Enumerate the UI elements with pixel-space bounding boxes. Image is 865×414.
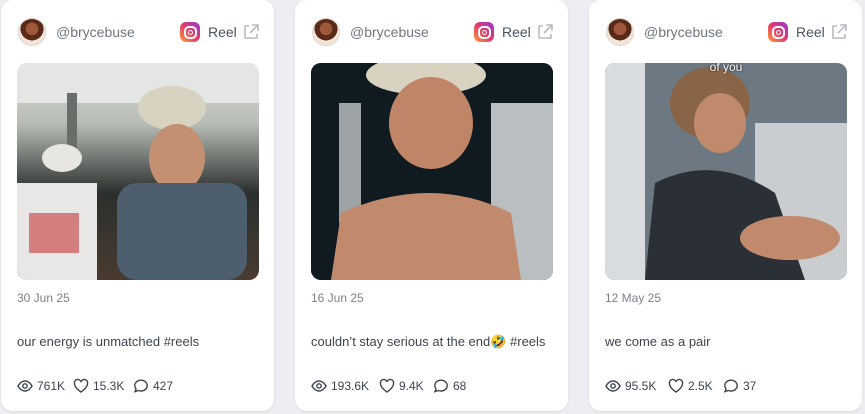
post-caption: our energy is unmatched #reels xyxy=(17,334,200,349)
post-caption: we come as a pair xyxy=(605,334,711,349)
external-link-icon[interactable] xyxy=(536,23,554,41)
post-stats: 193.6K 9.4K 68 xyxy=(311,377,561,395)
external-link-icon[interactable] xyxy=(830,23,848,41)
comments-count: 427 xyxy=(153,379,174,393)
heart-icon xyxy=(379,378,395,393)
instagram-icon xyxy=(768,22,788,42)
comment-icon xyxy=(723,379,738,393)
comments-count: 37 xyxy=(743,379,757,393)
likes-count: 15.3K xyxy=(93,379,125,393)
views-count: 95.5K xyxy=(625,379,657,393)
views-count: 193.6K xyxy=(331,379,370,393)
post-type-label: Reel xyxy=(796,24,825,40)
eye-icon xyxy=(605,380,621,392)
comments-count: 68 xyxy=(453,379,467,393)
account-handle[interactable]: @brycebuse xyxy=(644,24,723,40)
likes-count: 2.5K xyxy=(688,379,713,393)
comment-icon xyxy=(433,379,448,393)
post-card[interactable]: @brycebuse Reel of you 12 May 25 we come… xyxy=(589,0,862,411)
post-date: 30 Jun 25 xyxy=(17,291,70,305)
comment-icon xyxy=(133,379,148,393)
heart-icon xyxy=(73,378,89,393)
post-header: @brycebuse Reel xyxy=(18,18,260,46)
likes-count: 9.4K xyxy=(399,379,424,393)
instagram-icon xyxy=(180,22,200,42)
post-card[interactable]: @brycebuse Reel 16 Jun 25 couldn’t stay … xyxy=(295,0,568,411)
post-header: @brycebuse Reel xyxy=(312,18,554,46)
instagram-icon xyxy=(474,22,494,42)
views-count: 761K xyxy=(37,379,66,393)
eye-icon xyxy=(311,380,327,392)
heart-icon xyxy=(668,378,684,393)
post-date: 16 Jun 25 xyxy=(311,291,364,305)
media-illustration xyxy=(311,63,553,280)
post-card[interactable]: @brycebuse Reel 30 Jun 25 our energy is … xyxy=(1,0,274,411)
account-handle[interactable]: @brycebuse xyxy=(350,24,429,40)
avatar[interactable] xyxy=(606,18,634,46)
post-media[interactable] xyxy=(17,63,259,280)
post-type-label: Reel xyxy=(208,24,237,40)
account-handle[interactable]: @brycebuse xyxy=(56,24,135,40)
post-type-label: Reel xyxy=(502,24,531,40)
post-media[interactable] xyxy=(311,63,553,280)
post-date: 12 May 25 xyxy=(605,291,662,305)
post-stats: 761K 15.3K 427 xyxy=(17,377,267,395)
post-media[interactable]: of you xyxy=(605,63,847,280)
media-illustration xyxy=(605,63,847,280)
external-link-icon[interactable] xyxy=(242,23,260,41)
media-caption-overlay: of you xyxy=(709,63,743,74)
avatar[interactable] xyxy=(312,18,340,46)
avatar[interactable] xyxy=(18,18,46,46)
post-header: @brycebuse Reel xyxy=(606,18,848,46)
eye-icon xyxy=(17,380,33,392)
post-caption: couldn’t stay serious at the end🤣 #reels xyxy=(311,334,546,349)
post-stats: 95.5K 2.5K 37 xyxy=(605,377,855,395)
media-illustration xyxy=(17,63,259,280)
